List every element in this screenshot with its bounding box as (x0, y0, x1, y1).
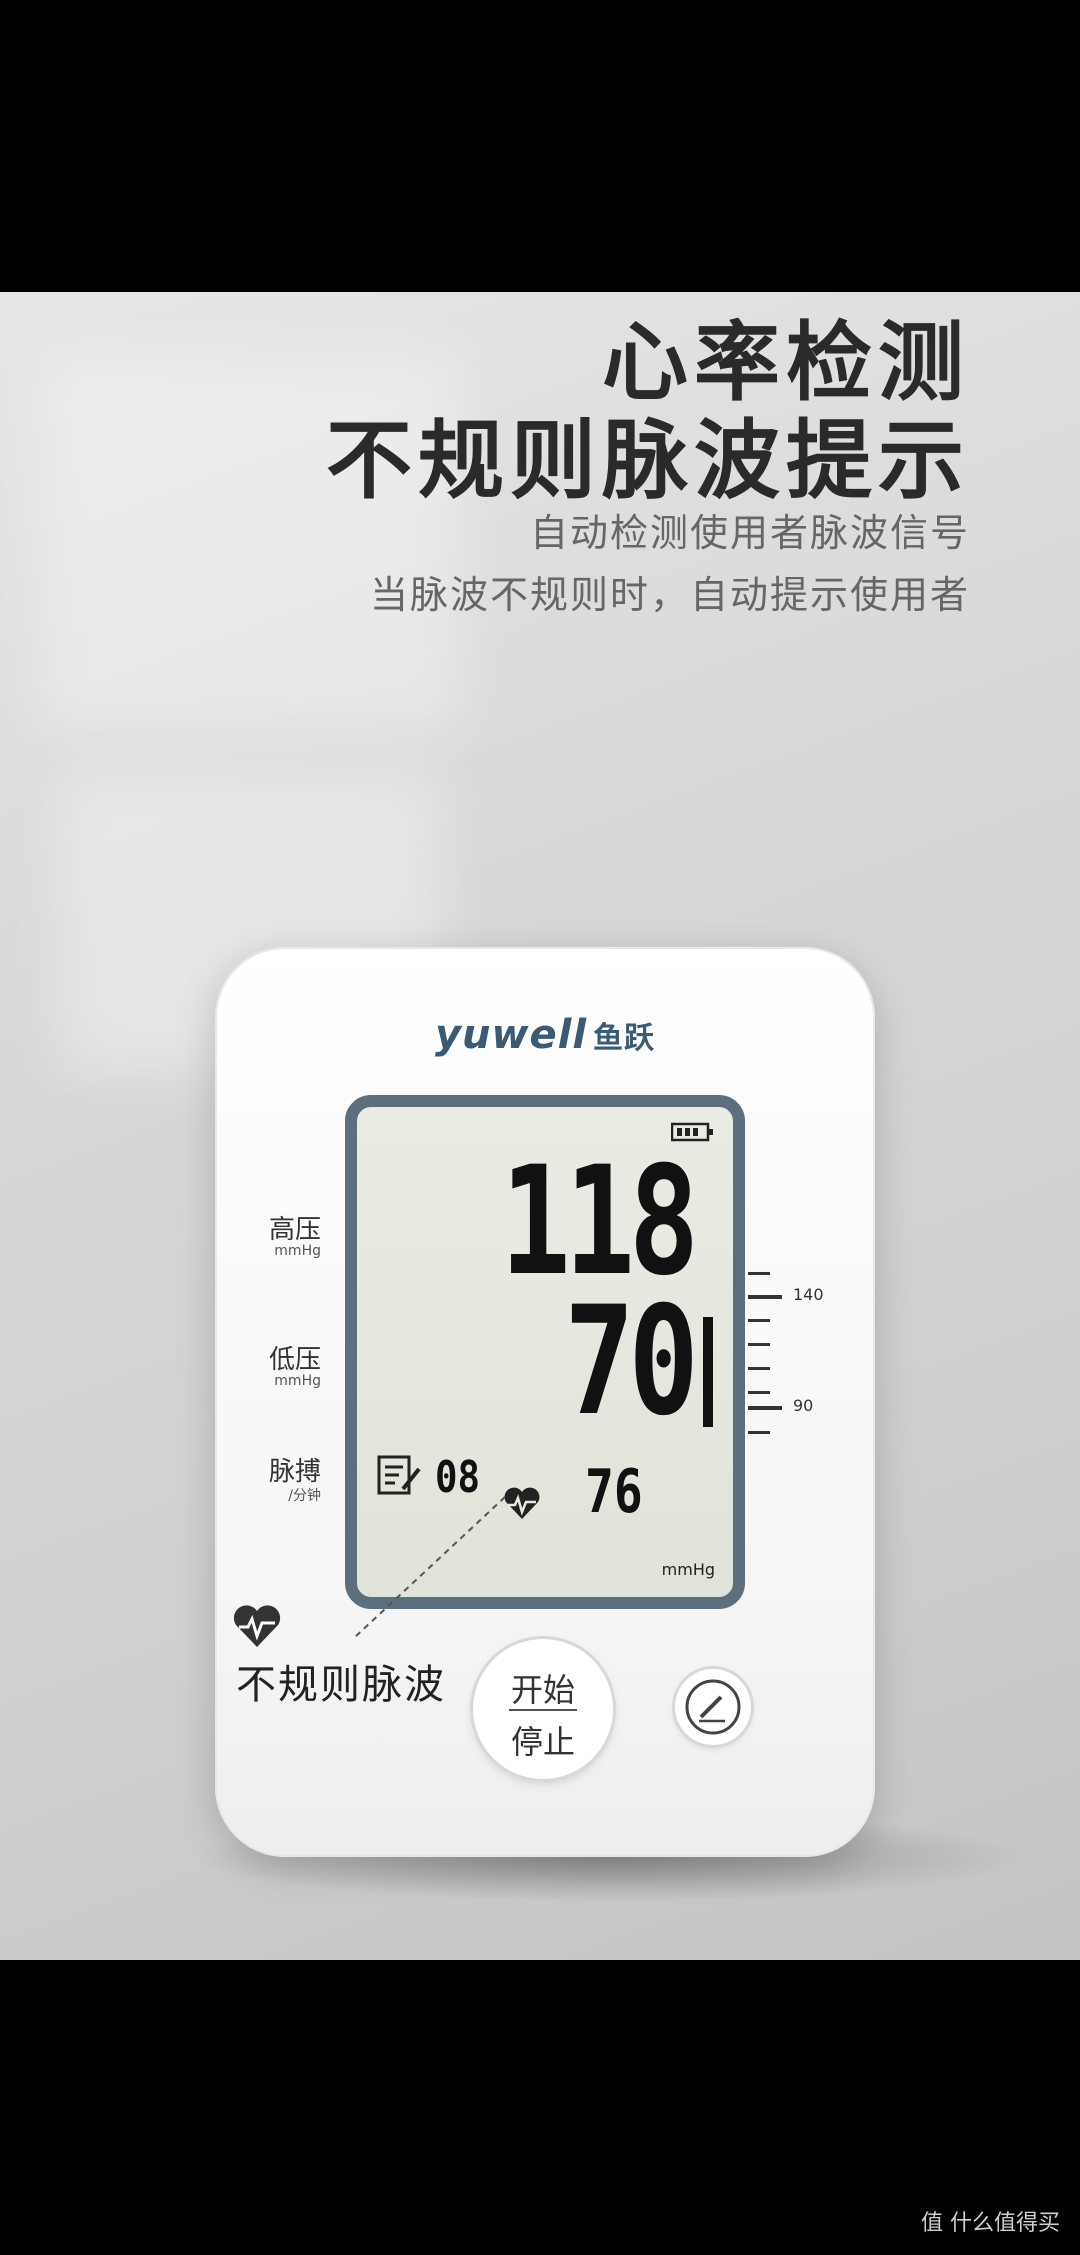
brand-logo: yuwell 鱼跃 (215, 1012, 875, 1058)
blood-pressure-monitor: yuwell 鱼跃 高压 mmHg 低压 mmHg 脉搏 /分钟 118 70 0… (215, 947, 875, 1857)
irregular-pulse-label: 不规则脉波 (236, 1662, 446, 1708)
bar-segment (703, 1317, 713, 1427)
stop-label: 停止 (510, 1723, 575, 1761)
brand-en: yuwell (434, 1012, 588, 1058)
scale-upper: 140 (793, 1285, 824, 1304)
memory-button[interactable] (675, 1669, 751, 1745)
subtext-line2: 当脉波不规则时，自动提示使用者 (369, 573, 970, 617)
systolic-label: 高压 (268, 1215, 321, 1245)
diastolic-value: 70 (564, 1275, 700, 1449)
callout-line (354, 1496, 506, 1638)
subtext-line1: 自动检测使用者脉波信号 (529, 511, 970, 555)
button-divider (509, 1709, 577, 1711)
pen-icon (685, 1679, 741, 1735)
scale-lower: 90 (793, 1396, 814, 1415)
start-stop-button[interactable]: 开始 停止 (473, 1639, 613, 1779)
heart-icon (233, 1605, 281, 1647)
start-label: 开始 (510, 1671, 575, 1709)
diastolic-label: 低压 (268, 1345, 321, 1375)
brand-cn: 鱼跃 (593, 1021, 656, 1056)
lcd-unit: mmHg (661, 1560, 715, 1579)
systolic-unit: mmHg (274, 1243, 321, 1259)
pulse-unit: /分钟 (288, 1488, 321, 1504)
diastolic-unit: mmHg (274, 1373, 321, 1389)
pulse-label: 脉搏 (268, 1457, 321, 1487)
pulse-value: 76 (585, 1457, 643, 1527)
watermark: 值 什么值得买 (921, 2211, 1060, 2236)
headline-line2: 不规则脉波提示 (326, 411, 970, 511)
